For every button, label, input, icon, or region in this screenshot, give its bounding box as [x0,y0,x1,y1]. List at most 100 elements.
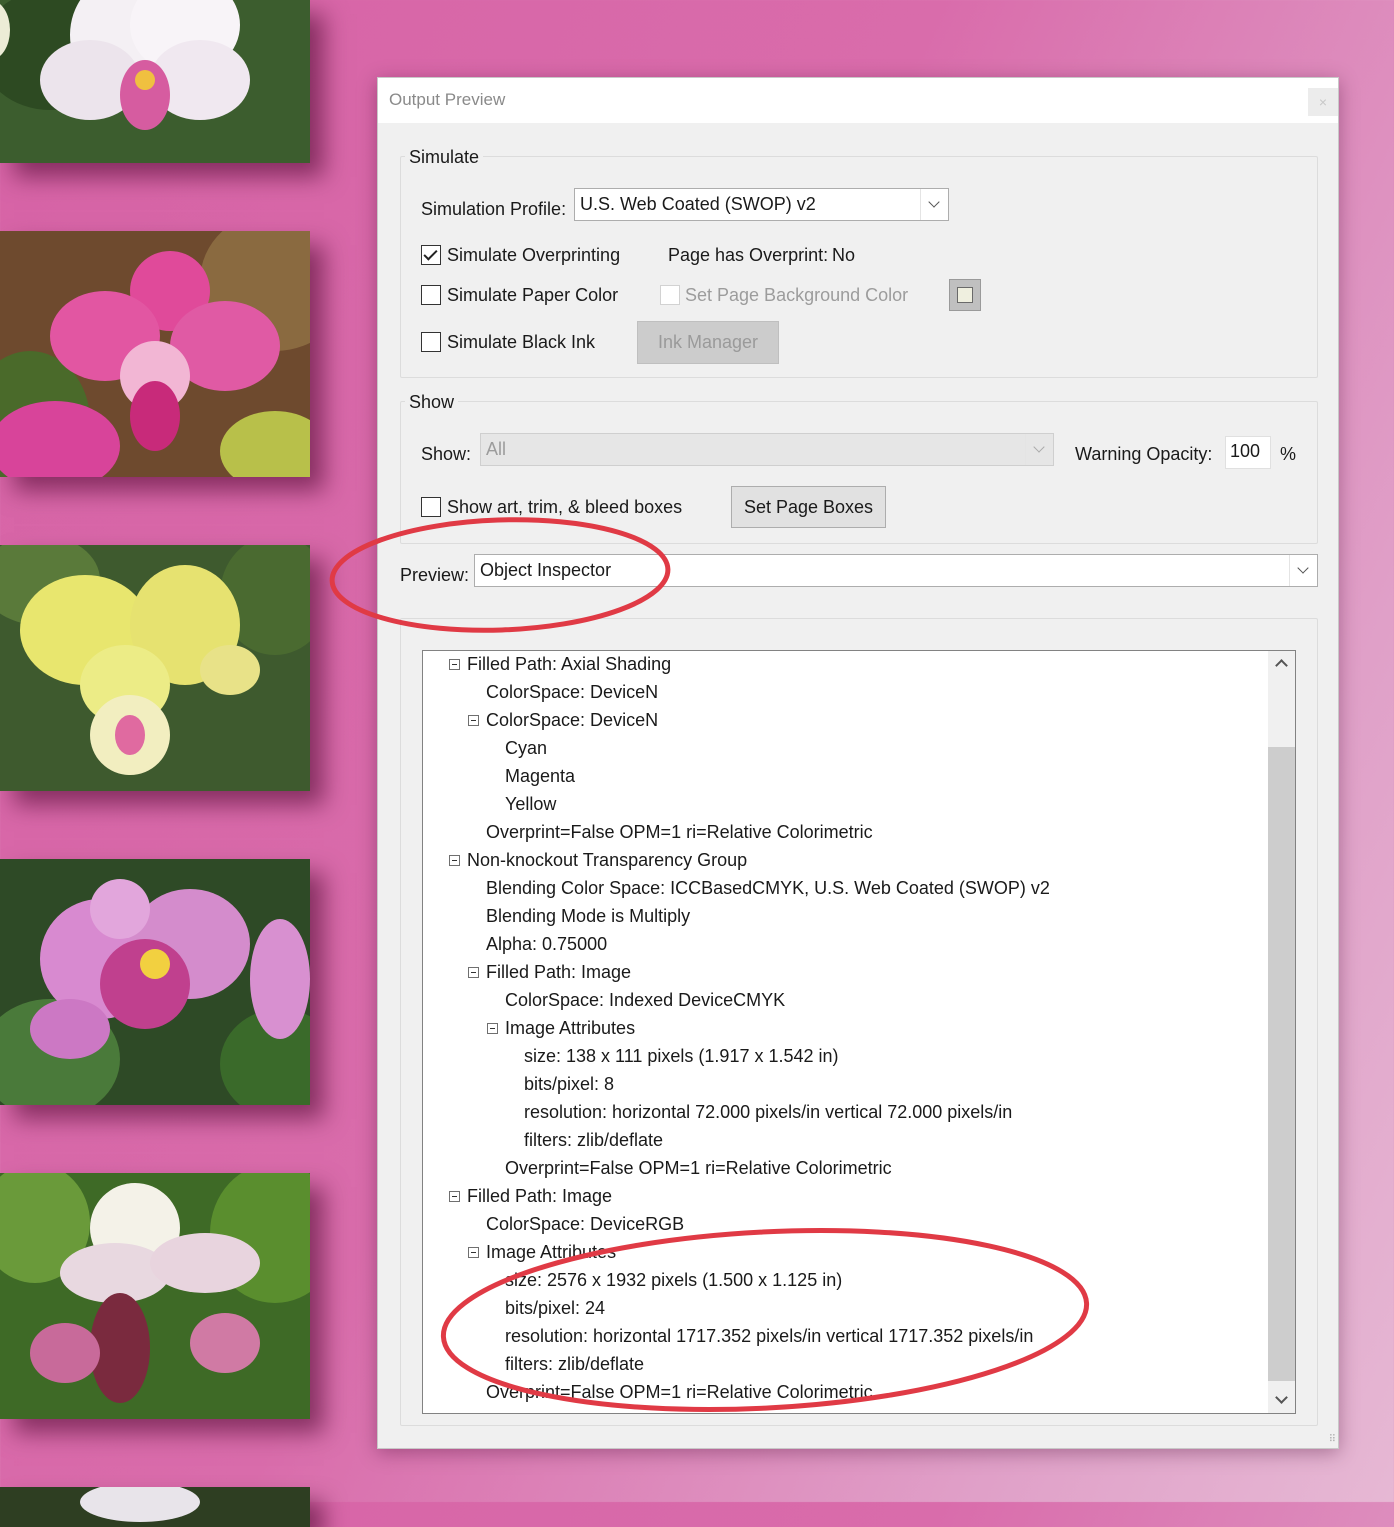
tree-row[interactable]: filters: zlib/deflate [524,1130,663,1158]
orchid-photo-4 [0,859,310,1105]
chevron-down-icon [920,189,948,220]
tree-row-text: Blending Color Space: ICCBasedCMYK, U.S.… [486,878,1050,898]
tree-row-text: Filled Path: Axial Shading [467,654,672,674]
tree-row[interactable]: Overprint=False OPM=1 ri=Relative Colori… [486,822,873,850]
tree-row[interactable]: ColorSpace: DeviceN [468,710,659,738]
preview-value: Object Inspector [480,560,612,580]
simulate-paper-color-checkbox[interactable] [421,285,441,305]
simulate-black-ink-checkbox[interactable] [421,332,441,352]
tree-row-text: ColorSpace: DeviceN [486,682,659,702]
orchid-photo-1 [0,0,310,163]
tree-row[interactable]: Overprint=False OPM=1 ri=Relative Colori… [505,1158,892,1186]
show-select[interactable]: All [480,433,1054,466]
simulate-paper-color-label[interactable]: Simulate Paper Color [447,285,618,306]
simulation-profile-select[interactable]: U.S. Web Coated (SWOP) v2 [574,188,949,221]
resize-grip-icon[interactable]: ⠿ [1329,1434,1336,1445]
tree-row-text: Yellow [505,794,557,814]
tree-row-text: ColorSpace: Indexed DeviceCMYK [505,990,786,1010]
collapse-toggle-icon[interactable] [468,967,479,978]
tree-row[interactable]: Blending Color Space: ICCBasedCMYK, U.S.… [486,878,1050,906]
object-inspector-tree[interactable]: Filled Path: Axial Shading ColorSpace: De… [422,650,1296,1414]
tree-row-text: size: 138 x 111 pixels (1.917 x 1.542 in… [524,1046,839,1066]
vertical-scrollbar[interactable] [1268,651,1295,1413]
tree-row[interactable]: Filled Path: Image [468,962,632,990]
tree-row-text: filters: zlib/deflate [505,1354,645,1374]
warning-opacity-label: Warning Opacity: [1075,444,1213,464]
tree-row[interactable]: Filled Path: Image [449,1186,613,1214]
tree-row[interactable]: size: 2576 x 1932 pixels (1.500 x 1.125 … [505,1270,842,1298]
tree-row[interactable]: resolution: horizontal 72.000 pixels/in … [524,1102,1012,1130]
title-bar[interactable]: Output Preview × [378,78,1338,123]
show-boxes-label[interactable]: Show art, trim, & bleed boxes [447,497,682,518]
tree-row-text: bits/pixel: 8 [524,1074,615,1094]
tree-row-text: Overprint=False OPM=1 ri=Relative Colori… [486,1382,873,1402]
tree-row[interactable]: Filled Path: Axial Shading [449,654,672,682]
simulation-profile-label: Simulation Profile: [421,199,567,219]
checkmark-icon [423,246,438,261]
collapse-toggle-icon[interactable] [468,715,479,726]
close-icon: × [1318,94,1328,110]
preview-label: Preview: [400,565,470,585]
collapse-toggle-icon[interactable] [487,1023,498,1034]
scroll-up-icon[interactable] [1268,651,1295,677]
tree-row-text: bits/pixel: 24 [505,1298,606,1318]
percent-label: % [1280,444,1297,464]
scroll-down-icon[interactable] [1268,1387,1295,1413]
dialog-title: Output Preview [389,90,506,109]
tree-row[interactable]: Magenta [505,766,575,794]
show-label: Show: [421,444,472,464]
tree-row[interactable]: bits/pixel: 24 [505,1298,605,1326]
tree-row[interactable]: Blending Mode is Multiply [486,906,690,934]
tree-row-text: ColorSpace: DeviceRGB [486,1214,685,1234]
tree-row-text: Filled Path: Image [486,962,632,982]
tree-row[interactable]: Alpha: 0.75000 [486,934,607,962]
background-color-swatch[interactable] [949,279,981,311]
tree-row-text: Cyan [505,738,548,758]
close-button[interactable]: × [1308,88,1338,116]
collapse-toggle-icon[interactable] [468,1247,479,1258]
tree-row-text: Magenta [505,766,576,786]
page-overprint-value: No [832,245,856,265]
orchid-photo-3 [0,545,310,791]
tree-row[interactable]: Non-knockout Transparency Group [449,850,747,878]
show-boxes-checkbox[interactable] [421,497,441,517]
tree-row[interactable]: Image Attributes [468,1242,616,1270]
chevron-down-icon [1025,434,1053,465]
chevron-down-icon [1289,555,1317,586]
tree-row-text: Overprint=False OPM=1 ri=Relative Colori… [505,1158,892,1178]
tree-row[interactable]: ColorSpace: DeviceRGB [486,1214,684,1242]
scroll-thumb[interactable] [1268,747,1295,1381]
tree-row[interactable]: ColorSpace: Indexed DeviceCMYK [505,990,785,1018]
preview-select[interactable]: Object Inspector [474,554,1318,587]
tree-row[interactable]: Overprint=False OPM=1 ri=Relative Colori… [486,1382,873,1410]
set-page-boxes-button[interactable]: Set Page Boxes [731,486,886,528]
tree-row-text: resolution: horizontal 1717.352 pixels/i… [505,1326,1034,1346]
set-page-background-label: Set Page Background Color [685,285,909,305]
tree-row[interactable]: Image Attributes [487,1018,636,1046]
ink-manager-button[interactable]: Ink Manager [637,321,779,364]
tree-row[interactable]: filters: zlib/deflate [505,1354,644,1382]
simulate-overprinting-checkbox[interactable] [421,245,441,265]
tree-row[interactable]: Yellow [505,794,556,822]
set-page-background-checkbox[interactable] [660,285,680,305]
tree-row-text: Filled Path: Image [467,1186,613,1206]
collapse-toggle-icon[interactable] [449,659,460,670]
warning-opacity-input[interactable]: 100 [1225,436,1271,469]
simulate-legend: Simulate [405,147,484,168]
tree-row-text: Alpha: 0.75000 [486,934,608,954]
tree-row[interactable]: resolution: horizontal 1717.352 pixels/i… [505,1326,1033,1354]
tree-row[interactable]: bits/pixel: 8 [524,1074,614,1102]
collapse-toggle-icon[interactable] [449,855,460,866]
tree-row[interactable]: ColorSpace: DeviceN [486,682,658,710]
tree-row-text: Image Attributes [505,1018,636,1038]
simulate-black-ink-label[interactable]: Simulate Black Ink [447,332,595,353]
tree-row[interactable]: Cyan [505,738,547,766]
orchid-photo-6 [0,1487,310,1527]
set-page-boxes-label: Set Page Boxes [743,497,874,517]
tree-row-text: ColorSpace: DeviceN [486,710,659,730]
tree-row-text: filters: zlib/deflate [524,1130,664,1150]
tree-row[interactable]: size: 138 x 111 pixels (1.917 x 1.542 in… [524,1046,839,1074]
simulate-overprinting-label[interactable]: Simulate Overprinting [447,245,620,266]
collapse-toggle-icon[interactable] [449,1191,460,1202]
background-color-fill [957,287,973,303]
